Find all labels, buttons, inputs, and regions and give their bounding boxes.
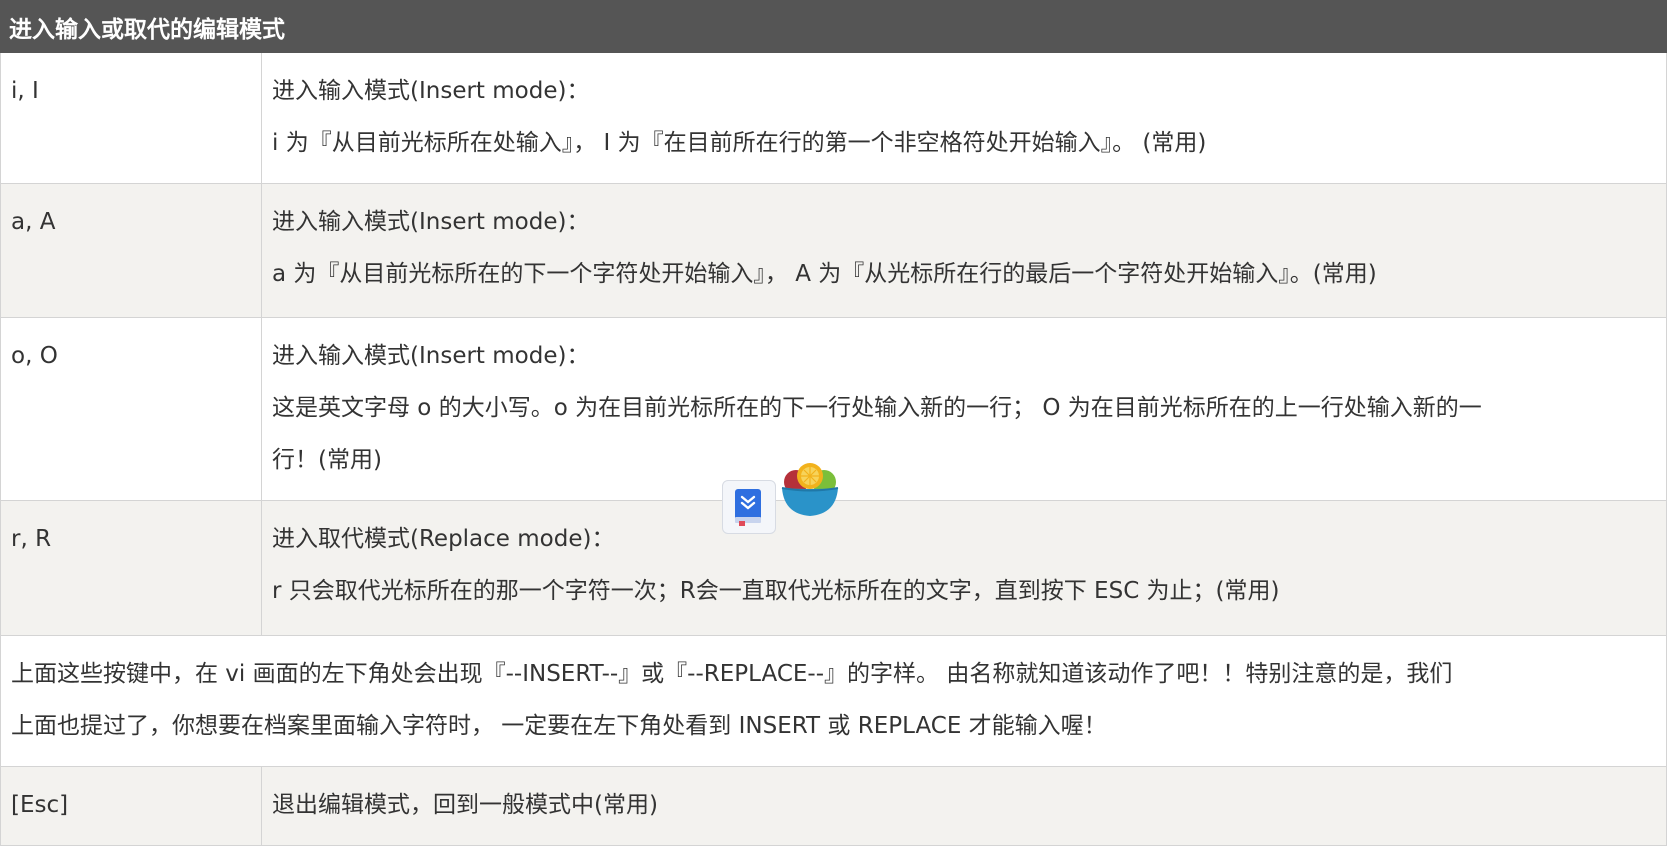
table-row: [Esc] 退出编辑模式，回到一般模式中(常用) xyxy=(0,766,1667,846)
key-cell: o, O xyxy=(0,317,262,501)
vi-edit-mode-table: 进入输入或取代的编辑模式 i, I 进入输入模式(Insert mode)： i… xyxy=(0,0,1667,846)
table-row: i, I 进入输入模式(Insert mode)： i 为『从目前光标所在处输入… xyxy=(0,52,1667,184)
description-cell: 进入输入模式(Insert mode)： 这是英文字母 o 的大小写。o 为在目… xyxy=(261,317,1667,501)
key-cell: r, R xyxy=(0,500,262,636)
floating-widget xyxy=(722,460,842,536)
table-row: a, A 进入输入模式(Insert mode)： a 为『从目前光标所在的下一… xyxy=(0,183,1667,318)
key-cell: a, A xyxy=(0,183,262,318)
description-line: 行！(常用) xyxy=(272,447,382,473)
fruit-bowl-icon[interactable] xyxy=(778,460,842,520)
key-cell: i, I xyxy=(0,52,262,184)
description-cell: 进入取代模式(Replace mode)： r 只会取代光标所在的那一个字符一次… xyxy=(261,500,1667,636)
key-cell: [Esc] xyxy=(0,766,262,846)
note-line: 上面这些按键中，在 vi 画面的左下角处会出现『--INSERT--』或『--R… xyxy=(11,661,1453,687)
description-line: a 为『从目前光标所在的下一个字符处开始输入』， A 为『从光标所在行的最后一个… xyxy=(272,261,1377,287)
description-line: 这是英文字母 o 的大小写。o 为在目前光标所在的下一行处输入新的一行； O 为… xyxy=(272,395,1482,421)
table-title: 进入输入或取代的编辑模式 xyxy=(0,0,1667,53)
description-cell: 进入输入模式(Insert mode)： a 为『从目前光标所在的下一个字符处开… xyxy=(261,183,1667,318)
note-cell: 上面这些按键中，在 vi 画面的左下角处会出现『--INSERT--』或『--R… xyxy=(0,635,1667,767)
description-line: 进入取代模式(Replace mode)： xyxy=(272,526,615,552)
description-line: r 只会取代光标所在的那一个字符一次；R会一直取代光标所在的文字，直到按下 ES… xyxy=(272,578,1280,604)
table-header-row: 进入输入或取代的编辑模式 xyxy=(0,0,1667,53)
description-line: 进入输入模式(Insert mode)： xyxy=(272,343,590,369)
description-line: 进入输入模式(Insert mode)： xyxy=(272,78,590,104)
description-cell: 进入输入模式(Insert mode)： i 为『从目前光标所在处输入』， I … xyxy=(261,52,1667,184)
note-line: 上面也提过了，你想要在档案里面输入字符时， 一定要在左下角处看到 INSERT … xyxy=(11,713,1107,739)
description-line: i 为『从目前光标所在处输入』， I 为『在目前所在行的第一个非空格符处开始输入… xyxy=(272,130,1207,156)
bookmark-book-icon[interactable] xyxy=(722,480,776,534)
description-line: 进入输入模式(Insert mode)： xyxy=(272,209,590,235)
note-row: 上面这些按键中，在 vi 画面的左下角处会出现『--INSERT--』或『--R… xyxy=(0,635,1667,767)
description-cell: 退出编辑模式，回到一般模式中(常用) xyxy=(261,766,1667,846)
page: 进入输入或取代的编辑模式 i, I 进入输入模式(Insert mode)： i… xyxy=(0,0,1670,856)
